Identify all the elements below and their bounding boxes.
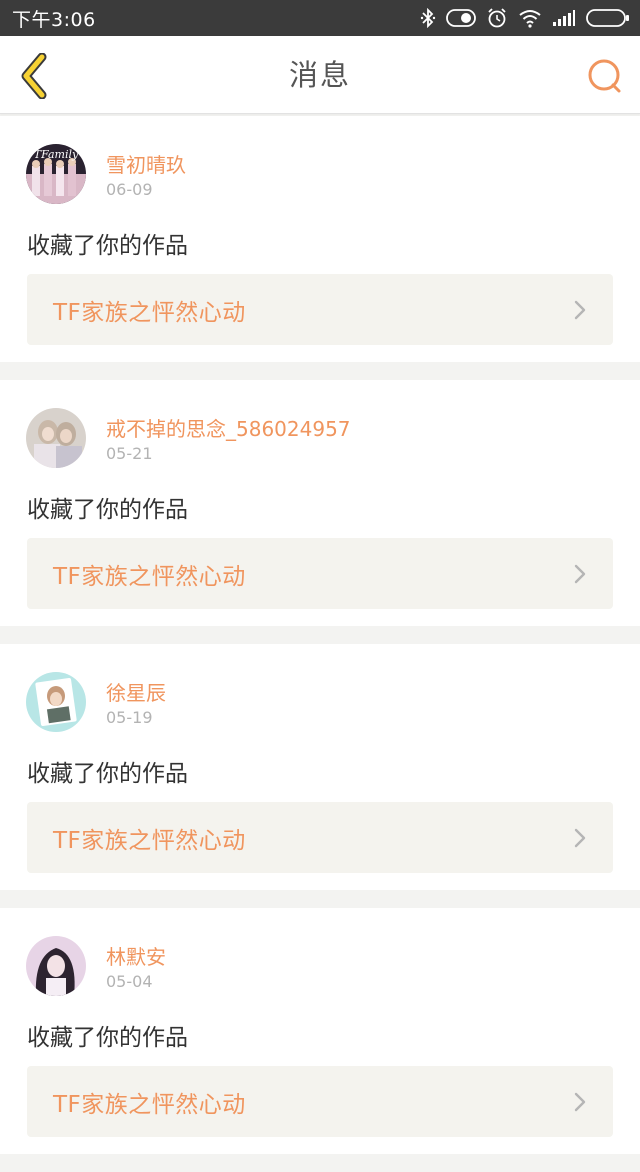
bluetooth-icon bbox=[420, 8, 436, 28]
message-card: 戒不掉的思念_586024957 05-21 收藏了你的作品 TF家族之怦然心动 bbox=[0, 380, 640, 626]
action-text: 收藏了你的作品 bbox=[27, 233, 188, 259]
battery-icon bbox=[586, 9, 629, 27]
wifi-icon bbox=[519, 10, 541, 28]
username[interactable]: 雪初晴玖 bbox=[106, 149, 186, 178]
message-date: 06-09 bbox=[106, 180, 153, 199]
signal-icon bbox=[553, 10, 575, 26]
avatar[interactable] bbox=[26, 672, 86, 732]
status-icons bbox=[420, 7, 630, 29]
message-card: 林默安 05-04 收藏了你的作品 TF家族之怦然心动 bbox=[0, 908, 640, 1154]
action-text: 收藏了你的作品 bbox=[27, 1025, 188, 1051]
username[interactable]: 徐星辰 bbox=[106, 677, 166, 706]
work-title: TF家族之怦然心动 bbox=[53, 1091, 246, 1118]
action-text: 收藏了你的作品 bbox=[27, 761, 188, 787]
chevron-right-icon bbox=[574, 828, 586, 847]
message-date: 05-21 bbox=[106, 444, 153, 463]
avatar[interactable] bbox=[26, 936, 86, 996]
page-title: 消息 bbox=[288, 58, 351, 92]
work-link[interactable]: TF家族之怦然心动 bbox=[27, 274, 613, 345]
username[interactable]: 林默安 bbox=[106, 941, 166, 970]
chevron-right-icon bbox=[574, 1092, 586, 1111]
avatar-caption: TFamily bbox=[34, 148, 79, 161]
chevron-right-icon bbox=[574, 564, 586, 583]
work-title: TF家族之怦然心动 bbox=[53, 563, 246, 590]
header-bar: 消息 bbox=[0, 36, 640, 114]
chevron-right-icon bbox=[574, 300, 586, 319]
work-link[interactable]: TF家族之怦然心动 bbox=[27, 802, 613, 873]
toggle-icon bbox=[446, 9, 476, 27]
chat-bubble-icon bbox=[588, 59, 621, 93]
message-list: TFamily 雪初晴玖 06-09 收藏了你的作品 TF家族之怦然心动 戒不掉… bbox=[0, 116, 640, 1172]
work-link[interactable]: TF家族之怦然心动 bbox=[27, 1066, 613, 1137]
avatar[interactable]: TFamily bbox=[26, 144, 86, 204]
message-date: 05-19 bbox=[106, 708, 153, 727]
avatar[interactable] bbox=[26, 408, 86, 468]
message-card: 徐星辰 05-19 收藏了你的作品 TF家族之怦然心动 bbox=[0, 644, 640, 890]
chat-button[interactable] bbox=[582, 54, 626, 98]
alarm-icon bbox=[488, 8, 506, 28]
message-card: TFamily 雪初晴玖 06-09 收藏了你的作品 TF家族之怦然心动 bbox=[0, 116, 640, 362]
status-bar: 下午3:06 bbox=[0, 0, 640, 36]
action-text: 收藏了你的作品 bbox=[27, 497, 188, 523]
message-date: 05-04 bbox=[106, 972, 153, 991]
work-link[interactable]: TF家族之怦然心动 bbox=[27, 538, 613, 609]
username[interactable]: 戒不掉的思念_586024957 bbox=[106, 413, 351, 442]
work-title: TF家族之怦然心动 bbox=[53, 299, 246, 326]
work-title: TF家族之怦然心动 bbox=[53, 827, 246, 854]
status-time: 下午3:06 bbox=[12, 8, 96, 31]
